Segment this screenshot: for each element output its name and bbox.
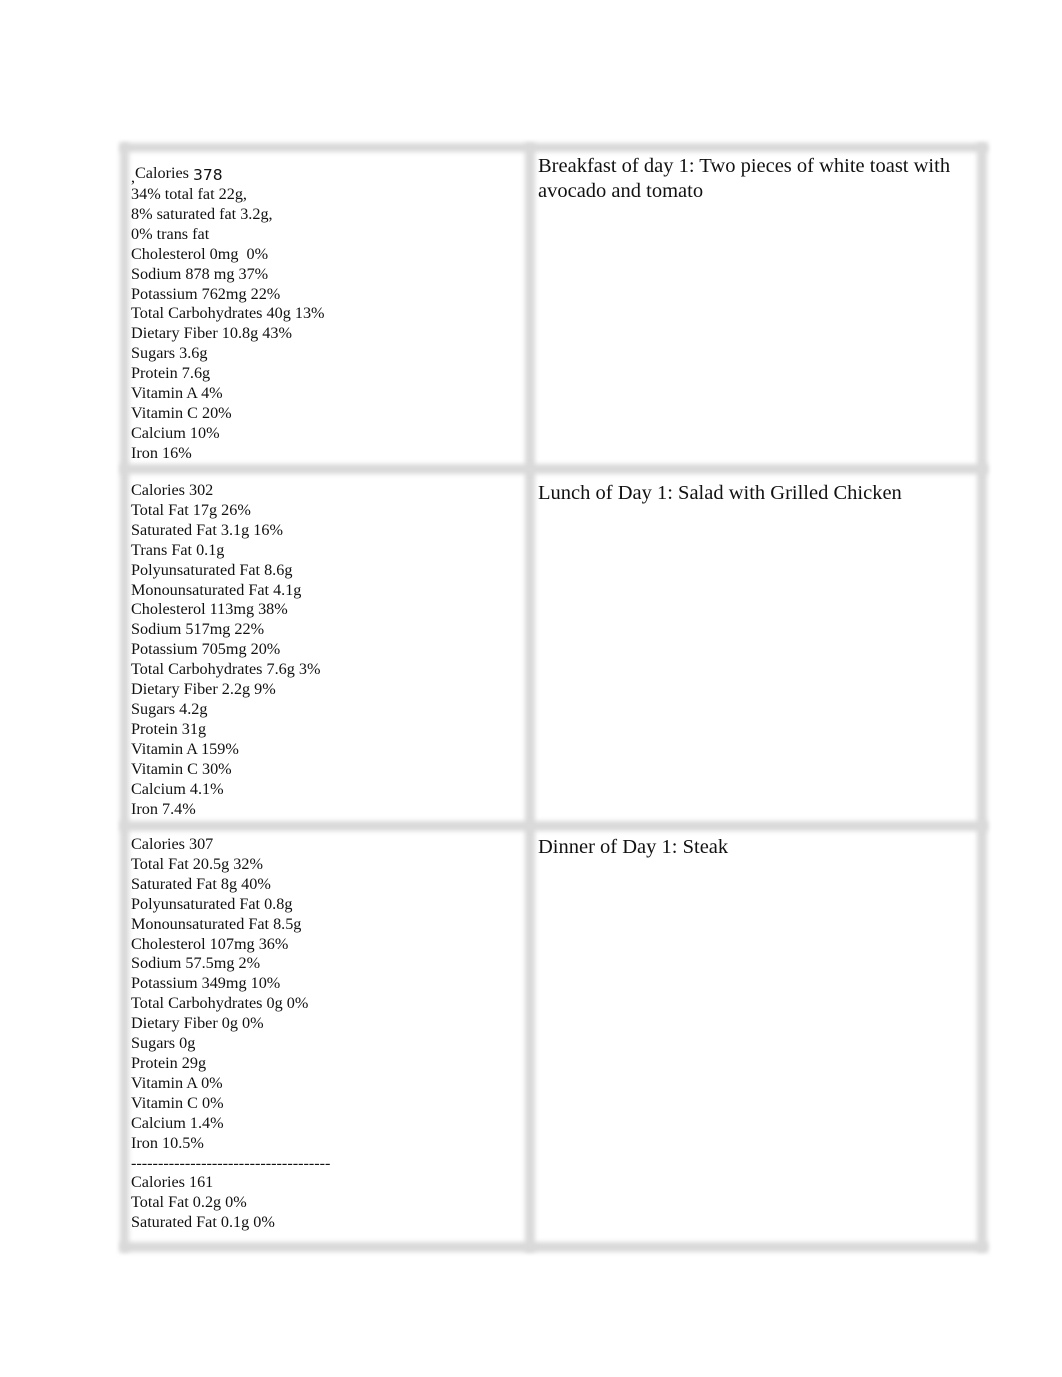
nutrition-item: Vitamin C 20% bbox=[131, 403, 232, 422]
nutrition-item: Sodium 517mg 22% bbox=[131, 620, 265, 639]
meal-title: Lunch of Day 1: Salad with Grilled Chick… bbox=[538, 482, 902, 504]
nutrition-item: Sodium 878 mg 37% bbox=[131, 264, 269, 283]
nutrition-item: Saturated Fat 3.1g 16% bbox=[131, 520, 283, 539]
table-row-divider-1 bbox=[120, 464, 988, 474]
nutrition-item: Saturated Fat 8g 40% bbox=[131, 874, 271, 893]
nutrition-cell-dinner: Calories 307 Total Fat 20.5g 32% Saturated… bbox=[131, 835, 521, 1233]
nutrition-item: Sugars 3.6g bbox=[131, 344, 208, 363]
nutrition-item: Potassium 705mg 20% bbox=[131, 640, 281, 659]
document-page: ,Calories 378 34% total fat 22g, 8% satur… bbox=[0, 0, 1062, 1377]
nutrition-item: 34% total fat 22g, bbox=[131, 185, 247, 203]
meal-cell-dinner: Dinner of Day 1: Steak bbox=[538, 835, 968, 860]
nutrition-item: Polyunsaturated Fat 0.8g bbox=[131, 894, 293, 913]
nutrition-list: 34% total fat 22g, 8% saturated fat 3.2g,… bbox=[131, 185, 521, 464]
meal-title: Breakfast of day 1: Two pieces of white … bbox=[538, 155, 951, 202]
nutrition-item: Sugars 4.2g bbox=[131, 699, 208, 718]
table-row-divider-2 bbox=[120, 821, 988, 831]
nutrition-item: Dietary Fiber 10.8g 43% bbox=[131, 324, 292, 343]
nutrition-cell-breakfast: ,Calories 378 34% total fat 22g, 8% satur… bbox=[131, 162, 521, 464]
nutrition-list: Calories 302 Total Fat 17g 26% Saturated F… bbox=[131, 481, 521, 819]
nutrition-item: Protein 29g bbox=[131, 1053, 207, 1072]
nutrition-item: Iron 16% bbox=[131, 443, 192, 462]
nutrition-item: ------------------------------------- bbox=[131, 1153, 331, 1172]
nutrition-item: Protein 7.6g bbox=[131, 364, 211, 383]
nutrition-item: Potassium 349mg 10% bbox=[131, 974, 281, 993]
meal-title: Dinner of Day 1: Steak bbox=[538, 836, 729, 858]
meal-cell-lunch: Lunch of Day 1: Salad with Grilled Chick… bbox=[538, 481, 968, 506]
nutrition-item: Cholesterol 113mg 38% bbox=[131, 600, 288, 619]
nutrition-item: Iron 7.4% bbox=[131, 799, 196, 818]
nutrition-item: Vitamin C 0% bbox=[131, 1093, 224, 1112]
nutrition-item: Saturated Fat 0.1g 0% bbox=[131, 1213, 275, 1232]
nutrition-item: 0% trans fat bbox=[131, 224, 210, 243]
nutrition-item: Cholesterol 0mg 0% bbox=[131, 244, 269, 263]
nutrition-item: Dietary Fiber 0g 0% bbox=[131, 1014, 264, 1033]
nutrition-item: Calcium 10% bbox=[131, 423, 220, 442]
table-border-left bbox=[120, 143, 129, 1252]
nutrition-item: Monounsaturated Fat 8.5g bbox=[131, 914, 302, 933]
nutrition-item: Monounsaturated Fat 4.1g bbox=[131, 580, 302, 599]
nutrition-item: Potassium 762mg 22% bbox=[131, 284, 281, 303]
table-border-right bbox=[977, 143, 987, 1252]
table-column-divider bbox=[525, 143, 535, 1252]
table-border-top bbox=[120, 143, 988, 152]
nutrition-item: Total Carbohydrates 0g 0% bbox=[131, 994, 309, 1013]
nutrition-item: 8% saturated fat 3.2g, bbox=[131, 204, 273, 223]
nutrition-item: Cholesterol 107mg 36% bbox=[131, 934, 289, 953]
calories-value: 378 bbox=[193, 166, 223, 184]
nutrition-item: Calories 302 bbox=[131, 481, 214, 499]
table-border-bottom bbox=[120, 1242, 988, 1252]
calories-label: Calories bbox=[135, 164, 189, 182]
nutrition-item: Total Fat 0.2g 0% bbox=[131, 1193, 247, 1212]
nutrition-item: Polyunsaturated Fat 8.6g bbox=[131, 560, 293, 579]
nutrition-item: Total Carbohydrates 7.6g 3% bbox=[131, 660, 321, 679]
nutrition-item: Trans Fat 0.1g bbox=[131, 540, 225, 559]
nutrition-item: Iron 10.5% bbox=[131, 1133, 204, 1152]
nutrition-item: Calories 307 bbox=[131, 835, 214, 853]
meal-cell-breakfast: Breakfast of day 1: Two pieces of white … bbox=[538, 154, 968, 204]
nutrition-cell-lunch: Calories 302 Total Fat 17g 26% Saturated F… bbox=[131, 481, 521, 819]
nutrition-list: Calories 307 Total Fat 20.5g 32% Saturated… bbox=[131, 835, 521, 1233]
nutrition-item: Total Carbohydrates 40g 13% bbox=[131, 304, 325, 323]
nutrition-item: Calcium 1.4% bbox=[131, 1113, 224, 1132]
nutrition-item: Sodium 57.5mg 2% bbox=[131, 954, 261, 973]
nutrition-item: Vitamin C 30% bbox=[131, 759, 232, 778]
nutrition-item: Protein 31g bbox=[131, 719, 207, 738]
nutrition-item: Total Fat 20.5g 32% bbox=[131, 854, 263, 873]
nutrition-item: Sugars 0g bbox=[131, 1034, 196, 1053]
nutrition-item: Vitamin A 4% bbox=[131, 384, 223, 403]
nutrition-item: Calories 161 bbox=[131, 1173, 214, 1192]
nutrition-item: Vitamin A 0% bbox=[131, 1073, 223, 1092]
calories-line: ,Calories 378 bbox=[131, 162, 521, 186]
nutrition-item: Vitamin A 159% bbox=[131, 739, 239, 758]
nutrition-item: Dietary Fiber 2.2g 9% bbox=[131, 680, 276, 699]
stray-comma: , bbox=[131, 169, 135, 186]
nutrition-item: Total Fat 17g 26% bbox=[131, 500, 251, 519]
nutrition-item: Calcium 4.1% bbox=[131, 779, 224, 798]
